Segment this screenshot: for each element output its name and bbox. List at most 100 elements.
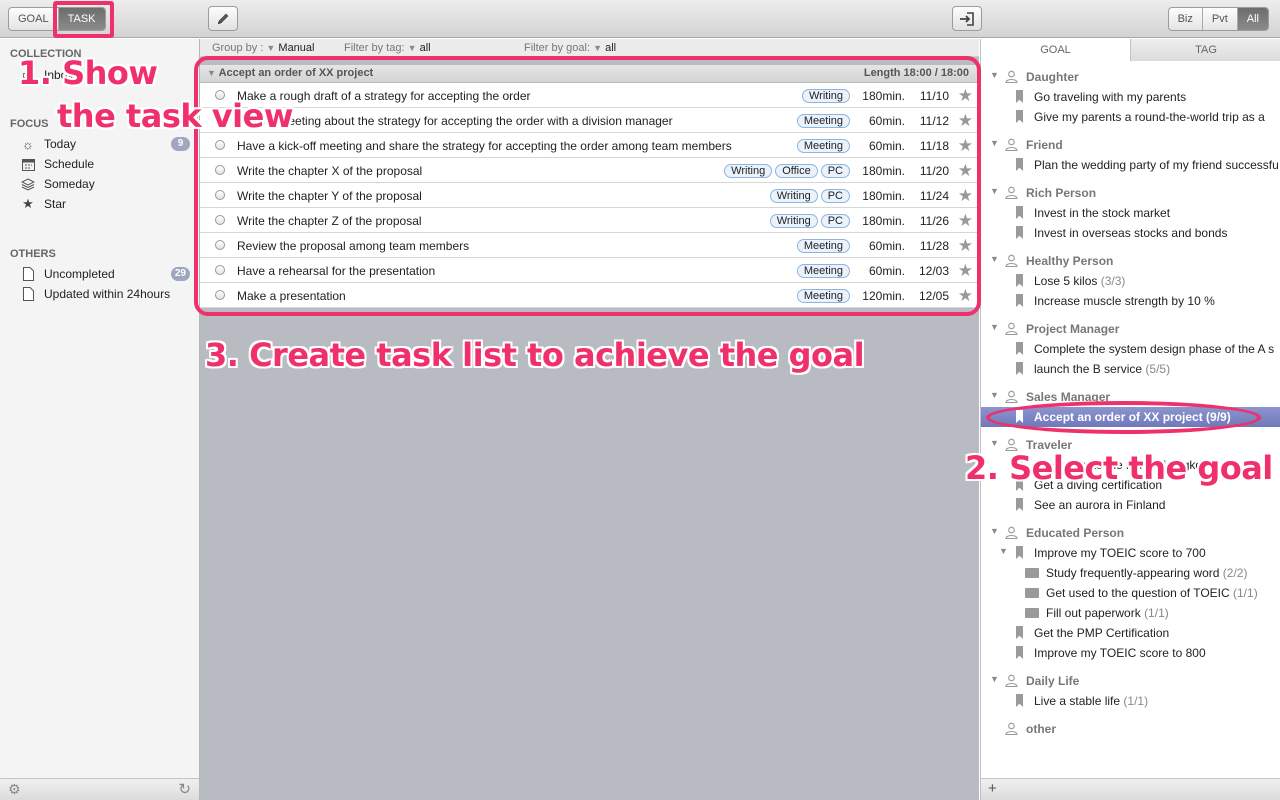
goal-row[interactable]: Increase muscle strength by 10 % — [981, 291, 1280, 311]
goal-category-row[interactable]: ▼ Daily Life — [981, 671, 1280, 691]
tag-filter-control[interactable]: Filter by tag: ▼ all — [344, 42, 431, 54]
goal-label: Improve my TOEIC score to 700 — [1034, 546, 1206, 560]
annotation-step1-line1: 1. Show — [18, 54, 158, 92]
sign-in-icon — [960, 11, 974, 26]
goal-count: (1/1) — [1123, 694, 1149, 708]
goal-row[interactable]: ▼ Improve my TOEIC score to 700 — [981, 543, 1280, 563]
goal-filter-label: Filter by goal: — [524, 42, 591, 54]
others-header: OTHERS — [10, 248, 56, 260]
goal-row[interactable]: Complete the system design phase of the … — [981, 339, 1280, 359]
goal-category-row[interactable]: ▼ Educated Person — [981, 523, 1280, 543]
goal-row[interactable]: Get the PMP Certification — [981, 623, 1280, 643]
bookmark-icon — [1016, 110, 1023, 123]
sidebar-item-updated-24h[interactable]: Updated within 24hours — [20, 284, 190, 304]
goal-view-button[interactable]: GOAL — [9, 8, 59, 30]
goal-label: Invest in overseas stocks and bonds — [1034, 226, 1228, 240]
goal-row[interactable]: Lose 5 kilos (3/3) — [981, 271, 1280, 291]
scope-segmented-control: Biz Pvt All — [1167, 7, 1269, 31]
all-filter-button[interactable]: All — [1237, 8, 1268, 30]
bookmark-icon — [1016, 646, 1023, 659]
goal-category-label: Project Manager — [1026, 322, 1120, 336]
goal-label: Give my parents a round-the-world trip a… — [1034, 110, 1265, 124]
subgoal-row[interactable]: Study frequently-appearing word (2/2) — [981, 563, 1280, 583]
goal-row[interactable]: Improve my TOEIC score to 800 — [981, 643, 1280, 663]
biz-filter-button[interactable]: Biz — [1169, 8, 1203, 30]
gear-icon[interactable]: ⚙ — [8, 781, 21, 798]
subgoal-row[interactable]: Fill out paperwork (1/1) — [981, 603, 1280, 623]
goal-row[interactable]: Live a stable life (1/1) — [981, 691, 1280, 711]
goal-label: Complete the system design phase of the … — [1034, 342, 1275, 356]
goal-panel-bottom-bar: + — [981, 778, 1280, 800]
count-badge: 9 — [171, 137, 190, 151]
bookmark-icon — [1016, 226, 1023, 239]
tag-filter-label: Filter by tag: — [344, 42, 405, 54]
goal-category-row[interactable]: ▼ Daughter — [981, 67, 1280, 87]
sidebar-item-star[interactable]: ★ Star — [20, 194, 190, 214]
goal-category-row[interactable]: ▼ Healthy Person — [981, 251, 1280, 271]
goal-filter-control[interactable]: Filter by goal: ▼ all — [524, 42, 616, 54]
count-badge: 29 — [170, 267, 190, 281]
annotation-step3: 3. Create task list to achieve the goal — [205, 336, 865, 374]
sidebar-item-schedule[interactable]: Schedule — [20, 154, 190, 174]
goal-count: (3/3) — [1100, 274, 1126, 288]
subgoal-count: (2/2) — [1222, 566, 1248, 580]
goal-category-row[interactable]: ▼ Friend — [981, 135, 1280, 155]
highlight-selected-goal — [986, 401, 1261, 434]
bookmark-icon — [1016, 274, 1023, 287]
disclosure-triangle-icon[interactable]: ▼ — [990, 70, 999, 80]
goal-row[interactable]: Invest in overseas stocks and bonds — [981, 223, 1280, 243]
goal-row[interactable]: launch the B service (5/5) — [981, 359, 1280, 379]
add-goal-button[interactable]: + — [988, 780, 1004, 797]
document-icon — [20, 266, 36, 282]
group-by-control[interactable]: Group by : ▼ Manual — [212, 42, 314, 54]
goal-category-row[interactable]: other — [981, 719, 1280, 739]
pvt-filter-button[interactable]: Pvt — [1203, 8, 1238, 30]
person-icon — [1005, 526, 1018, 540]
person-icon — [1005, 186, 1018, 200]
tab-tag[interactable]: TAG — [1130, 39, 1280, 61]
goal-label: Increase muscle strength by 10 % — [1034, 294, 1215, 308]
goal-category-row[interactable]: ▼ Rich Person — [981, 183, 1280, 203]
goal-category-label: Daily Life — [1026, 674, 1080, 688]
star-icon: ★ — [22, 196, 34, 211]
sync-icon[interactable]: ↻ — [178, 780, 191, 798]
bookmark-icon — [1016, 694, 1023, 707]
export-button[interactable] — [952, 6, 982, 31]
bookmark-icon — [1016, 362, 1023, 375]
disclosure-triangle-icon[interactable]: ▼ — [990, 438, 999, 448]
goal-label: Invest in the stock market — [1034, 206, 1171, 220]
goal-label: Live a stable life — [1034, 694, 1121, 708]
goal-label: See an aurora in Finland — [1034, 498, 1166, 512]
goal-row[interactable]: Plan the wedding party of my friend succ… — [981, 155, 1280, 175]
goal-category-label: Rich Person — [1026, 186, 1097, 200]
goal-row[interactable]: See an aurora in Finland — [981, 495, 1280, 515]
goal-row[interactable]: Invest in the stock market — [981, 203, 1280, 223]
disclosure-triangle-icon[interactable]: ▼ — [990, 390, 999, 400]
sidebar-item-uncompleted[interactable]: Uncompleted 29 — [20, 264, 190, 284]
goal-row[interactable]: Give my parents a round-the-world trip a… — [981, 107, 1280, 127]
tab-goal[interactable]: GOAL — [981, 39, 1130, 61]
folder-icon — [1025, 588, 1039, 598]
subgoal-row[interactable]: Get used to the question of TOEIC (1/1) — [981, 583, 1280, 603]
disclosure-triangle-icon[interactable]: ▼ — [990, 526, 999, 536]
disclosure-triangle-icon[interactable]: ▼ — [990, 322, 999, 332]
sidebar-item-someday[interactable]: Someday — [20, 174, 190, 194]
goal-category-row[interactable]: ▼ Project Manager — [981, 319, 1280, 339]
disclosure-triangle-icon[interactable]: ▼ — [990, 254, 999, 264]
disclosure-triangle-icon[interactable]: ▼ — [990, 674, 999, 684]
goal-filter-value: all — [605, 42, 617, 54]
goal-category-label: other — [1026, 722, 1056, 736]
goal-category-label: Healthy Person — [1026, 254, 1114, 268]
calendar-icon — [20, 156, 36, 172]
goal-category-label: Daughter — [1026, 70, 1079, 84]
disclosure-triangle-icon[interactable]: ▼ — [999, 546, 1008, 556]
sidebar-item-today[interactable]: ☼ Today 9 — [20, 134, 190, 154]
bookmark-icon — [1016, 158, 1023, 171]
disclosure-triangle-icon[interactable]: ▼ — [990, 186, 999, 196]
subgoal-count: (1/1) — [1233, 586, 1258, 600]
sidebar: COLLECTION ▭ Inbox FOCUS ☼ Today 9 Sched… — [0, 39, 200, 800]
goal-row[interactable]: Go traveling with my parents — [981, 87, 1280, 107]
edit-button[interactable] — [208, 6, 238, 31]
goal-label: Get the PMP Certification — [1034, 626, 1170, 640]
disclosure-triangle-icon[interactable]: ▼ — [990, 138, 999, 148]
